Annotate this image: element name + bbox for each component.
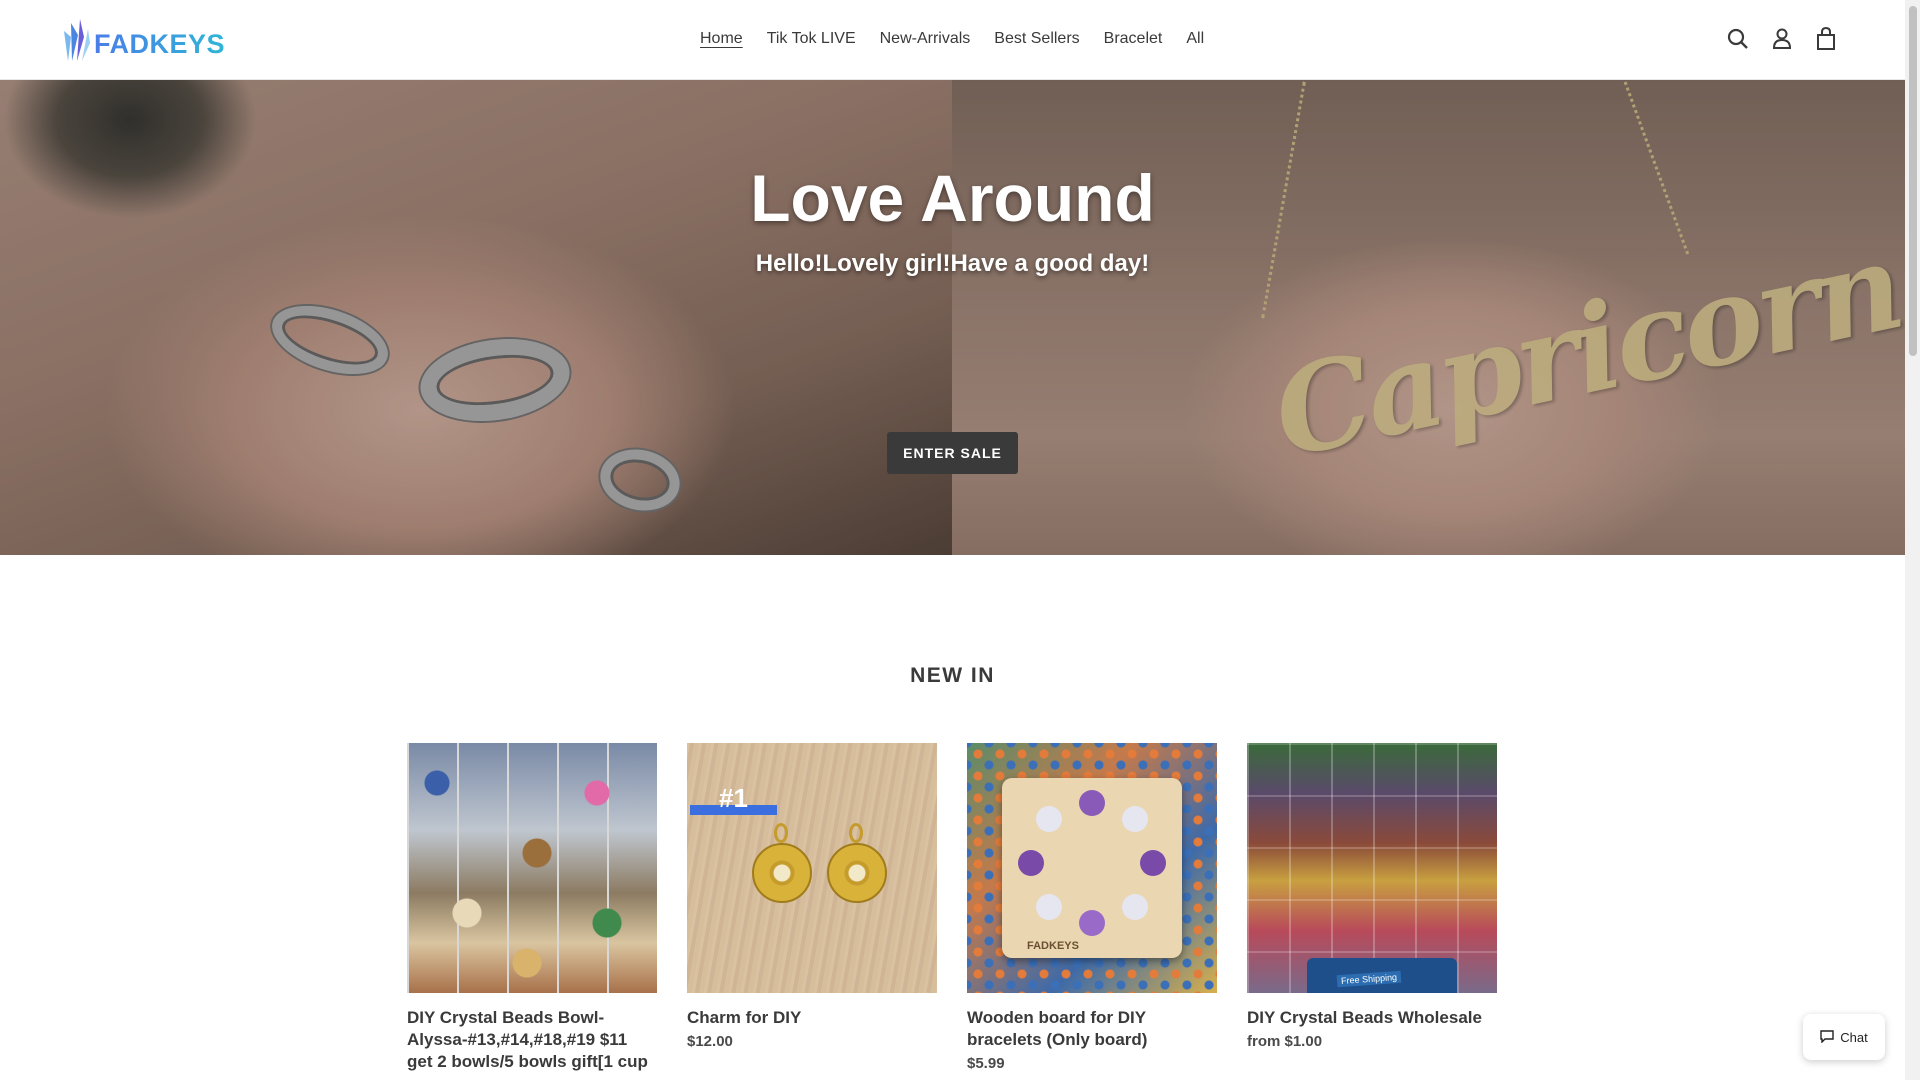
- header-icons: [1727, 26, 1837, 52]
- hero-banner: Capricorn Love Around Hello!Lovely girl!…: [0, 80, 1905, 555]
- nav-all[interactable]: All: [1186, 28, 1204, 50]
- chat-label: Chat: [1840, 1029, 1868, 1045]
- section-title: NEW IN: [910, 664, 995, 687]
- logo-text: FADKEYS: [94, 28, 226, 59]
- board-brand-text: FADKEYS: [1027, 940, 1079, 952]
- scrollbar-thumb[interactable]: [1909, 6, 1917, 356]
- nav-new-arrivals[interactable]: New-Arrivals: [880, 28, 971, 50]
- wooden-board: FADKEYS: [1002, 778, 1182, 958]
- logo[interactable]: FADKEYS: [62, 16, 225, 64]
- hero-title: Love Around: [750, 161, 1155, 235]
- bead: [1036, 806, 1062, 832]
- nav-tiktok-live[interactable]: Tik Tok LIVE: [767, 28, 856, 50]
- product-image[interactable]: #1: [687, 743, 937, 993]
- bead: [1018, 850, 1044, 876]
- chat-button[interactable]: Chat: [1803, 1014, 1885, 1060]
- bead: [1079, 910, 1105, 936]
- search-icon[interactable]: [1727, 26, 1749, 52]
- nav-home[interactable]: Home: [700, 28, 743, 50]
- cart-icon[interactable]: [1815, 26, 1837, 52]
- chat-bubble-icon: [1820, 1029, 1834, 1046]
- product-title[interactable]: DIY Crystal Beads Wholesale: [1247, 1007, 1497, 1029]
- hero-subtitle: Hello!Lovely girl!Have a good day!: [755, 250, 1150, 277]
- crystal-logo-icon: [62, 17, 92, 63]
- product-card[interactable]: #1 Charm for DIY $12.00: [687, 743, 937, 1073]
- product-image[interactable]: FADKEYS: [967, 743, 1217, 993]
- page-scrollbar[interactable]: [1905, 0, 1920, 1080]
- bead: [1079, 790, 1105, 816]
- bead: [1122, 894, 1148, 920]
- charm-ring: [849, 823, 863, 843]
- bead: [1140, 850, 1166, 876]
- site-header: FADKEYS Home Tik Tok LIVE New-Arrivals B…: [0, 0, 1905, 80]
- charm-ring: [774, 823, 788, 843]
- hero-overlay: [0, 80, 1905, 555]
- product-grid: DIY Crystal Beads Bowl-Alyssa-#13,#14,#1…: [407, 743, 1497, 1073]
- rank-badge: #1: [719, 783, 748, 813]
- product-title[interactable]: DIY Crystal Beads Bowl-Alyssa-#13,#14,#1…: [407, 1007, 657, 1073]
- product-image[interactable]: [407, 743, 657, 993]
- product-title[interactable]: Charm for DIY: [687, 1007, 937, 1029]
- main-nav: Home Tik Tok LIVE New-Arrivals Best Sell…: [700, 28, 1204, 50]
- daisy-charm: [752, 843, 812, 903]
- account-icon[interactable]: [1771, 26, 1793, 52]
- product-price: from $1.00: [1247, 1033, 1323, 1050]
- product-image[interactable]: Free Shipping: [1247, 743, 1497, 993]
- product-card[interactable]: FADKEYS Wooden board for DIY bracelets (…: [967, 743, 1217, 1073]
- product-price: $5.99: [967, 1055, 1005, 1072]
- nav-best-sellers[interactable]: Best Sellers: [994, 28, 1079, 50]
- product-card[interactable]: Free Shipping DIY Crystal Beads Wholesal…: [1247, 743, 1497, 1073]
- enter-sale-button[interactable]: ENTER SALE: [887, 432, 1018, 474]
- product-price: $12.00: [687, 1033, 733, 1050]
- bead: [1036, 894, 1062, 920]
- nav-bracelet[interactable]: Bracelet: [1104, 28, 1163, 50]
- product-card[interactable]: DIY Crystal Beads Bowl-Alyssa-#13,#14,#1…: [407, 743, 657, 1073]
- bead: [1122, 806, 1148, 832]
- daisy-charm: [827, 843, 887, 903]
- product-title[interactable]: Wooden board for DIY bracelets (Only boa…: [967, 1007, 1217, 1051]
